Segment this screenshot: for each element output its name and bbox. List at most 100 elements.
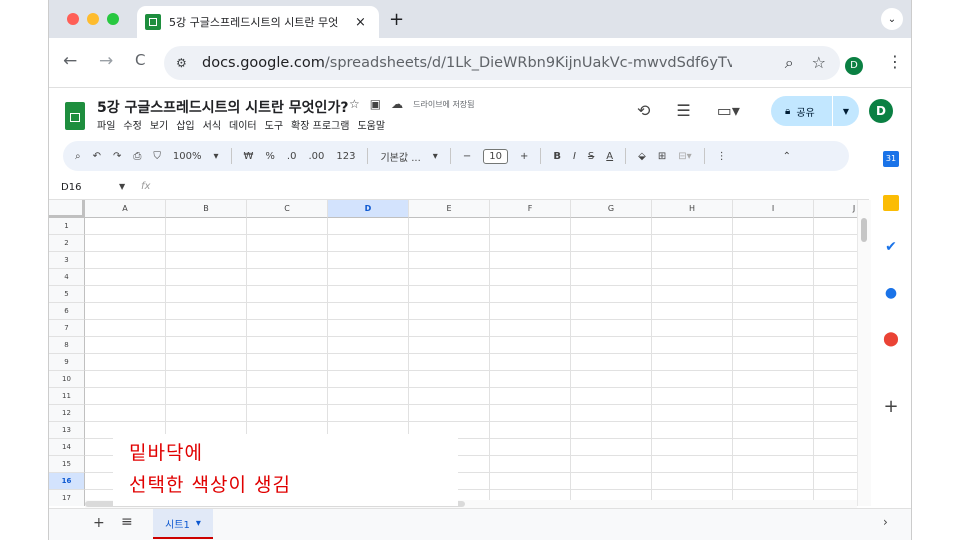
menu-data[interactable]: 데이터: [229, 117, 257, 132]
row-header[interactable]: 16: [49, 473, 85, 490]
redo-icon[interactable]: ↷: [113, 151, 121, 162]
font-size-increase-button[interactable]: +: [520, 151, 528, 162]
more-options-icon[interactable]: ⋮: [717, 151, 727, 162]
share-dropdown-icon[interactable]: ▼: [843, 107, 849, 116]
column-header[interactable]: F: [490, 200, 571, 218]
row-header[interactable]: 4: [49, 269, 85, 286]
row-header[interactable]: 10: [49, 371, 85, 388]
row-header[interactable]: 3: [49, 252, 85, 269]
collapse-toolbar-icon[interactable]: ⌃: [783, 151, 791, 162]
font-dropdown-icon[interactable]: ▾: [433, 151, 438, 162]
undo-icon[interactable]: ↶: [93, 151, 101, 162]
keep-icon[interactable]: [883, 195, 899, 211]
move-folder-icon[interactable]: ▣: [370, 97, 381, 111]
column-header[interactable]: B: [166, 200, 247, 218]
url-text[interactable]: docs.google.com/spreadsheets/d/1Lk_DieWR…: [202, 55, 732, 71]
number-format-button[interactable]: 123: [336, 151, 355, 162]
menu-format[interactable]: 서식: [203, 117, 221, 132]
menu-view[interactable]: 보기: [150, 117, 168, 132]
browser-tab[interactable]: 5강 구글스프레드시트의 시트란 무엇 ×: [137, 6, 379, 38]
sheet-scroll-right-button[interactable]: ›: [883, 515, 888, 529]
back-button[interactable]: ←: [63, 51, 77, 71]
row-header[interactable]: 14: [49, 439, 85, 456]
star-icon[interactable]: ☆: [349, 97, 360, 111]
zoom-dropdown-icon[interactable]: ▾: [213, 151, 218, 162]
row-header[interactable]: 12: [49, 405, 85, 422]
fill-color-icon[interactable]: ⬙: [638, 151, 646, 162]
column-header[interactable]: E: [409, 200, 490, 218]
share-button[interactable]: 🔒︎ 공유 ▼: [771, 96, 859, 126]
row-header[interactable]: 8: [49, 337, 85, 354]
name-box[interactable]: D16: [61, 182, 81, 193]
menu-file[interactable]: 파일: [97, 117, 115, 132]
column-header[interactable]: C: [247, 200, 328, 218]
menu-insert[interactable]: 삽입: [176, 117, 194, 132]
merge-cells-icon[interactable]: ⊟▾: [678, 151, 691, 162]
decrease-decimal-button[interactable]: .0: [287, 151, 297, 162]
italic-button[interactable]: I: [573, 151, 576, 162]
increase-decimal-button[interactable]: .00: [308, 151, 324, 162]
bookmark-star-icon[interactable]: ☆: [812, 53, 826, 73]
row-header[interactable]: 11: [49, 388, 85, 405]
menu-extensions[interactable]: 확장 프로그램: [291, 117, 349, 132]
column-header[interactable]: I: [733, 200, 814, 218]
row-header[interactable]: 17: [49, 490, 85, 506]
all-sheets-button[interactable]: ≡: [121, 514, 133, 530]
tab-close-icon[interactable]: ×: [355, 15, 366, 30]
browser-menu-icon[interactable]: ⋮: [887, 52, 903, 71]
menu-edit[interactable]: 수정: [123, 117, 141, 132]
vertical-scroll-thumb[interactable]: [861, 218, 867, 242]
borders-icon[interactable]: ⊞: [658, 151, 666, 162]
row-header[interactable]: 5: [49, 286, 85, 303]
url-omnibox[interactable]: ⚙ docs.google.com/spreadsheets/d/1Lk_Die…: [164, 46, 840, 80]
close-window-button[interactable]: [67, 13, 79, 25]
maps-icon[interactable]: ⬤: [883, 331, 899, 347]
print-icon[interactable]: ⎙: [133, 151, 141, 162]
font-select[interactable]: 기본값 ...: [380, 149, 420, 164]
document-title[interactable]: 5강 구글스프레드시트의 시트란 무엇인가?: [97, 97, 348, 117]
row-header[interactable]: 6: [49, 303, 85, 320]
column-header[interactable]: H: [652, 200, 733, 218]
name-box-dropdown-icon[interactable]: ▼: [119, 182, 125, 191]
bold-button[interactable]: B: [553, 151, 561, 162]
zoom-select[interactable]: 100%: [173, 151, 202, 162]
history-icon[interactable]: ⟲: [637, 101, 650, 120]
browser-profile-avatar[interactable]: D: [845, 57, 863, 75]
comments-icon[interactable]: ☰: [676, 101, 690, 120]
zoom-icon[interactable]: ⌕: [785, 53, 794, 73]
font-size-decrease-button[interactable]: −: [463, 151, 471, 162]
tasks-icon[interactable]: ✔: [883, 239, 899, 255]
add-addon-icon[interactable]: +: [883, 398, 899, 416]
search-menus-icon[interactable]: ⌕: [75, 151, 81, 162]
row-header[interactable]: 15: [49, 456, 85, 473]
column-header[interactable]: D: [328, 200, 409, 218]
text-color-button[interactable]: A: [606, 151, 613, 162]
forward-button[interactable]: →: [99, 51, 113, 71]
row-header[interactable]: 7: [49, 320, 85, 337]
menu-tools[interactable]: 도구: [265, 117, 283, 132]
minimize-window-button[interactable]: [87, 13, 99, 25]
account-avatar[interactable]: D: [869, 99, 893, 123]
reload-button[interactable]: C: [135, 51, 145, 69]
sheets-logo-icon[interactable]: [65, 102, 85, 130]
site-settings-icon[interactable]: ⚙: [176, 56, 202, 70]
percent-format-button[interactable]: %: [265, 151, 275, 162]
contacts-icon[interactable]: ●: [883, 285, 899, 301]
sheet-tab[interactable]: 시트1 ▾: [153, 509, 213, 539]
meet-camera-icon[interactable]: ▭▾: [717, 101, 740, 120]
sheet-tab-dropdown-icon[interactable]: ▾: [196, 518, 201, 529]
strikethrough-button[interactable]: S: [588, 151, 594, 162]
currency-format-button[interactable]: ₩: [244, 151, 254, 162]
maximize-window-button[interactable]: [107, 13, 119, 25]
menu-help[interactable]: 도움말: [357, 117, 385, 132]
new-tab-button[interactable]: +: [389, 9, 404, 30]
column-header[interactable]: G: [571, 200, 652, 218]
row-header[interactable]: 9: [49, 354, 85, 371]
row-header[interactable]: 1: [49, 218, 85, 235]
row-header[interactable]: 13: [49, 422, 85, 439]
column-header[interactable]: J: [814, 200, 857, 218]
paint-format-icon[interactable]: ⛉: [153, 151, 161, 162]
row-header[interactable]: 2: [49, 235, 85, 252]
tab-search-button[interactable]: ⌄: [881, 8, 903, 30]
column-header[interactable]: A: [85, 200, 166, 218]
